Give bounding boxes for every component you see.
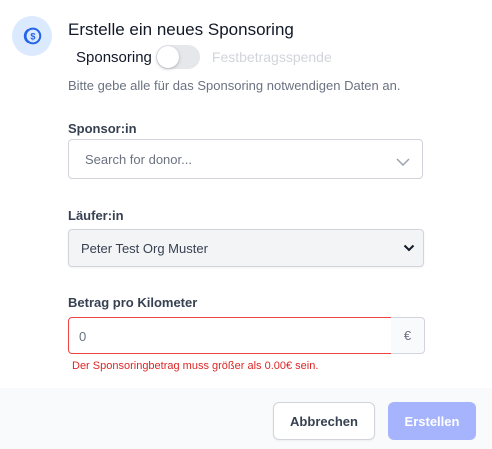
create-button[interactable]: Erstellen xyxy=(388,402,476,440)
amount-per-km-input[interactable]: 0 xyxy=(68,317,392,354)
dialog-icon-badge: $ xyxy=(12,16,52,56)
amount-error-message: Der Sponsoringbetrag muss größer als 0.0… xyxy=(72,360,319,372)
dialog-title: Erstelle ein neues Sponsoring xyxy=(68,20,294,39)
toggle-label-sponsoring: Sponsoring xyxy=(76,48,152,66)
toggle-knob xyxy=(156,46,179,68)
type-toggle-row: Sponsoring Festbetragsspende xyxy=(76,45,332,69)
runner-select[interactable]: Peter Test Org Muster xyxy=(68,229,424,267)
runner-label: Läufer:in xyxy=(68,208,124,223)
donor-search-input[interactable]: Search for donor... xyxy=(68,139,423,179)
chevron-down-icon xyxy=(403,244,415,252)
coin-icon: $ xyxy=(23,27,42,45)
amount-label: Betrag pro Kilometer xyxy=(68,295,198,310)
toggle-label-fixed-donation: Festbetragsspende xyxy=(211,49,332,65)
amount-value: 0 xyxy=(79,329,87,344)
sponsor-label: Sponsor:in xyxy=(68,121,137,136)
dialog-subtitle: Bitte gebe alle für das Sponsoring notwe… xyxy=(68,78,401,93)
chevron-down-icon[interactable] xyxy=(396,158,410,166)
type-toggle-switch[interactable] xyxy=(155,45,200,69)
cancel-button[interactable]: Abbrechen xyxy=(273,402,375,440)
currency-addon: € xyxy=(391,317,425,354)
runner-selected-value: Peter Test Org Muster xyxy=(81,241,208,256)
svg-text:$: $ xyxy=(30,32,35,42)
donor-search-placeholder: Search for donor... xyxy=(85,152,192,167)
